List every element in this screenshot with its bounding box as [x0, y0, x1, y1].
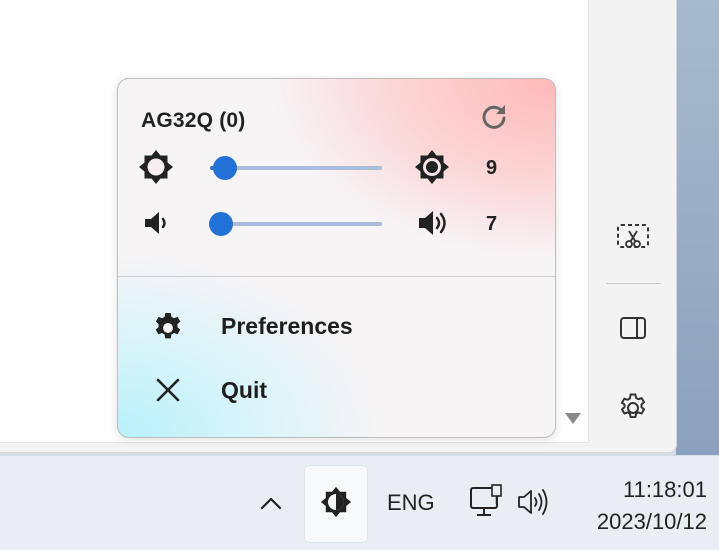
clock-date: 2023/10/12 — [596, 509, 707, 534]
language-indicator[interactable]: ENG — [387, 490, 435, 516]
snipping-tool-icon[interactable] — [613, 217, 653, 257]
volume-slider-thumb[interactable] — [209, 212, 233, 236]
close-icon — [154, 376, 182, 409]
settings-gear-icon[interactable] — [613, 388, 653, 428]
side-toolbar-divider — [606, 283, 661, 284]
brightness-high-icon — [414, 149, 450, 190]
speaker-icon[interactable] — [516, 486, 552, 523]
volume-high-icon — [417, 206, 451, 245]
network-icon[interactable] — [468, 484, 504, 525]
quit-menu-item[interactable]: Quit — [118, 362, 555, 420]
refresh-icon[interactable] — [478, 101, 510, 133]
brightness-slider-thumb[interactable] — [213, 156, 237, 180]
brightness-low-icon — [138, 149, 174, 190]
taskbar: ENG 11:18:01 2023/10/12 — [0, 455, 719, 550]
volume-value: 7 — [486, 213, 498, 235]
chevron-up-icon[interactable] — [256, 489, 286, 519]
clock[interactable]: 11:18:01 2023/10/12 — [597, 474, 707, 538]
popup-divider — [118, 276, 555, 277]
preferences-menu-item[interactable]: Preferences — [118, 298, 555, 356]
volume-low-icon — [142, 208, 172, 243]
brightness-slider[interactable] — [210, 156, 382, 180]
monitor-brightness-icon — [320, 486, 352, 523]
monitor-control-popup: AG32Q (0) 9 7 Preferences Quit — [117, 78, 556, 438]
preferences-label: Preferences — [221, 313, 353, 339]
brightness-value: 9 — [486, 157, 498, 179]
scroll-down-arrow-icon[interactable] — [565, 413, 581, 424]
monitor-name: AG32Q (0) — [141, 109, 246, 132]
panel-layout-icon[interactable] — [613, 308, 653, 348]
desktop-wallpaper-edge — [676, 0, 719, 455]
volume-slider[interactable] — [209, 212, 382, 236]
monitor-brightness-tray-button[interactable] — [304, 465, 368, 543]
quit-label: Quit — [221, 377, 267, 403]
clock-time: 11:18:01 — [622, 477, 707, 502]
gear-icon — [150, 310, 186, 351]
